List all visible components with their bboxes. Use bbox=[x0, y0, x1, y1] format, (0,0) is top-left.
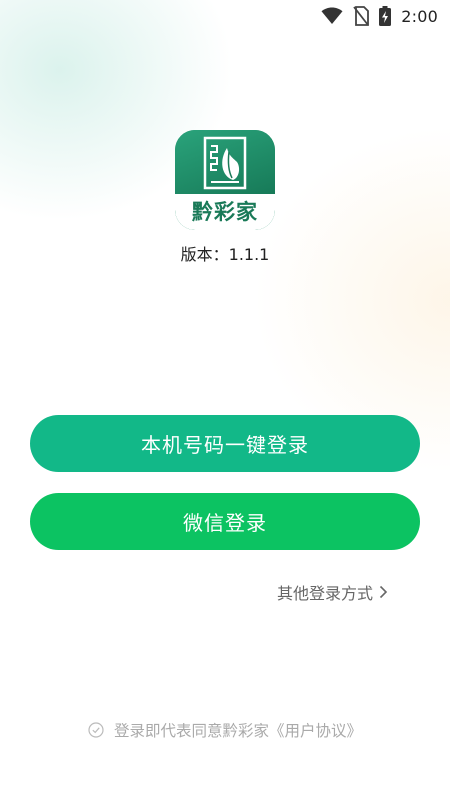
chevron-right-icon bbox=[379, 585, 388, 599]
status-icons: 2:00 bbox=[321, 4, 438, 28]
status-time: 2:00 bbox=[401, 6, 438, 26]
app-logo: 黔彩家 bbox=[175, 130, 275, 230]
logo-text: 黔彩家 bbox=[192, 200, 258, 224]
no-sim-icon bbox=[353, 6, 370, 26]
wifi-icon bbox=[321, 7, 343, 25]
status-bar: 2:00 bbox=[0, 0, 450, 32]
other-login-label: 其他登录方式 bbox=[276, 584, 373, 603]
check-circle-icon[interactable] bbox=[88, 722, 104, 738]
agreement-text: 登录即代表同意黔彩家 《用户协议》 bbox=[114, 719, 362, 741]
agreement-prefix: 登录即代表同意黔彩家 bbox=[113, 722, 269, 740]
logo-emblem-icon bbox=[203, 136, 247, 190]
user-agreement-link[interactable]: 《用户协议》 bbox=[269, 719, 362, 741]
version-label: 版本：1.1.1 bbox=[180, 245, 270, 264]
battery-charging-icon bbox=[379, 6, 392, 26]
page-background bbox=[0, 0, 450, 800]
wechat-login-button[interactable]: 微信登录 bbox=[30, 493, 420, 550]
agreement: 登录即代表同意黔彩家 《用户协议》 bbox=[0, 718, 450, 742]
one-click-login-button[interactable]: 本机号码一键登录 bbox=[30, 415, 420, 472]
other-login-link[interactable]: 其他登录方式 bbox=[277, 581, 388, 603]
